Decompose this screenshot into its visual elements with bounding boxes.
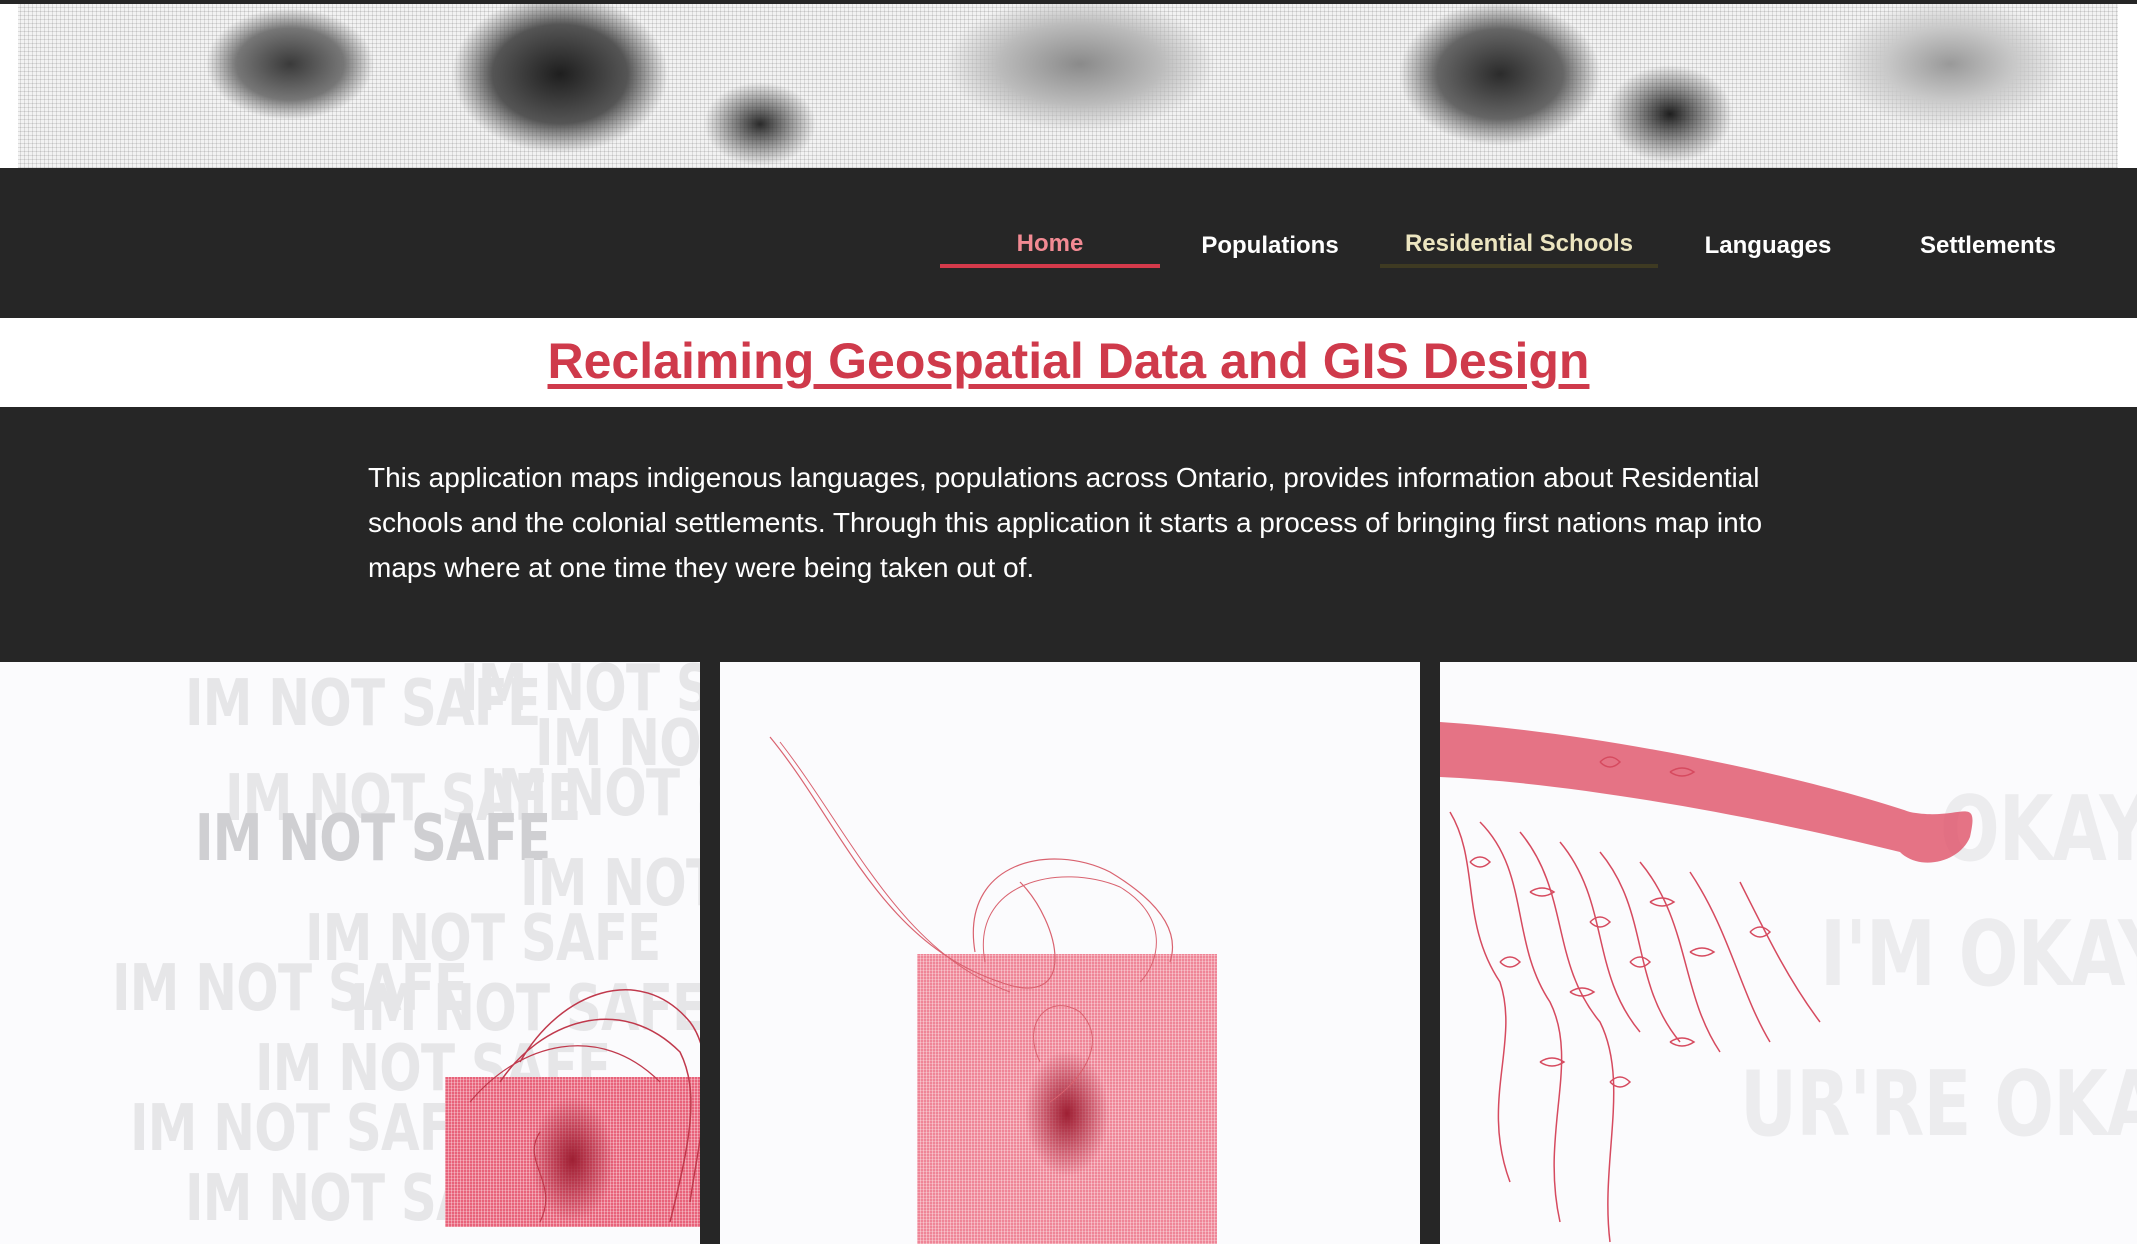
gallery-panel-2[interactable] <box>720 662 1420 1244</box>
description-section: This application maps indigenous languag… <box>0 407 2137 662</box>
header-banner-image <box>0 4 2137 168</box>
page-title[interactable]: Reclaiming Geospatial Data and GIS Desig… <box>0 332 2137 390</box>
title-section: Reclaiming Geospatial Data and GIS Desig… <box>0 318 2137 407</box>
canoe-illustration <box>1440 722 1973 1243</box>
nav-languages[interactable]: Languages <box>1658 224 1878 268</box>
description-text: This application maps indigenous languag… <box>368 462 1763 583</box>
nav-home[interactable]: Home <box>940 224 1160 268</box>
nav-populations[interactable]: Populations <box>1160 224 1380 268</box>
artwork-gallery: IM NOT SAFE IM NOT SAFE IM NOT SAFE IM N… <box>0 662 2137 1244</box>
banner-margin-left <box>0 4 18 168</box>
gallery-panel-3[interactable]: OKAY I'M OKAY UR'RE OKAY <box>1440 662 2137 1244</box>
contour-lines-illustration <box>469 989 700 1223</box>
nav-residential-schools[interactable]: Residential Schools <box>1380 224 1658 268</box>
nav-settlements[interactable]: Settlements <box>1878 224 2098 268</box>
banner-margin-right <box>2118 4 2137 168</box>
main-navigation: Home Populations Residential Schools Lan… <box>0 168 2137 318</box>
gallery-panel-1[interactable]: IM NOT SAFE IM NOT SAFE IM NOT SAFE IM N… <box>0 662 700 1244</box>
strand-lines-illustration <box>769 736 1174 1103</box>
